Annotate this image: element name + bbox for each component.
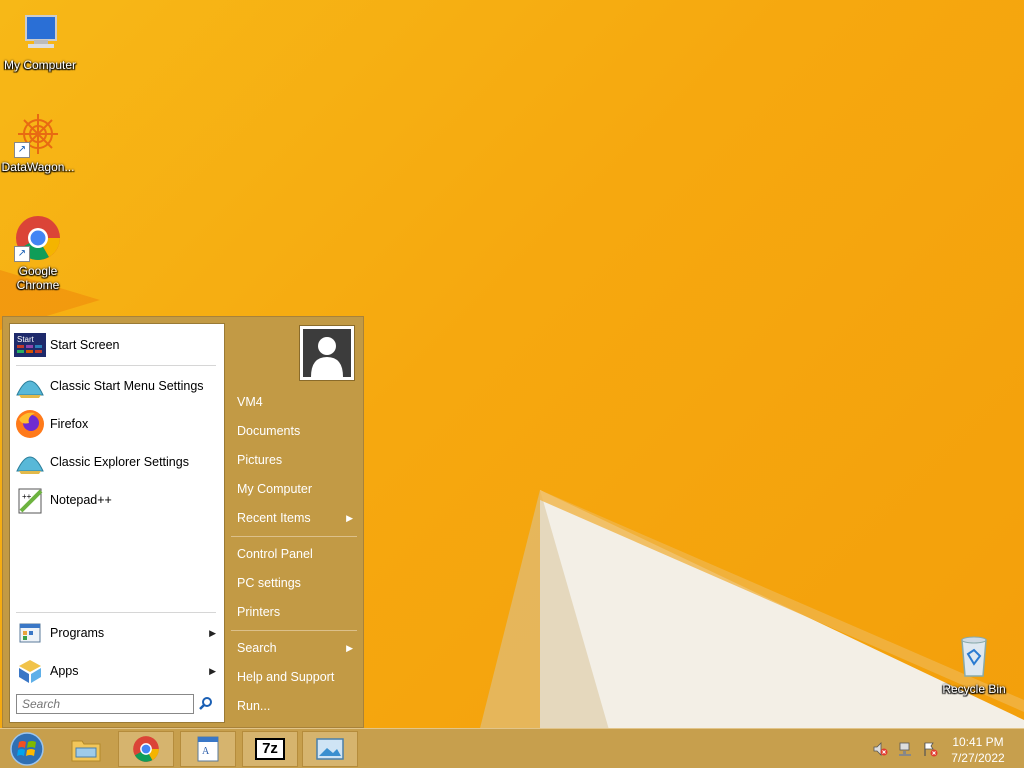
taskbar: A 7z 10:41 PM 7/27/2022	[0, 728, 1024, 768]
menu-item-label: Notepad++	[50, 493, 112, 507]
clock-time: 10:41 PM	[952, 735, 1004, 749]
start-screen-icon: Start	[14, 329, 46, 361]
taskbar-clock[interactable]: 10:41 PM 7/27/2022	[948, 734, 1008, 766]
right-item-run[interactable]: Run...	[231, 693, 357, 719]
start-menu-left-pane: Start Start Screen Classic Start Menu Se…	[9, 323, 225, 723]
submenu-arrow-icon: ▶	[346, 643, 353, 653]
shell-icon	[14, 446, 46, 478]
right-item-user[interactable]: VM4	[231, 389, 357, 415]
menu-item-classic-start-menu-settings[interactable]: Classic Start Menu Settings	[14, 369, 220, 403]
svg-text:++: ++	[22, 492, 32, 501]
desktop-icon-label: My Computer	[3, 58, 77, 72]
shell-icon	[14, 370, 46, 402]
action-center-flag-icon[interactable]	[922, 741, 938, 757]
separator	[16, 612, 216, 613]
menu-item-label: Start Screen	[50, 338, 120, 352]
menu-item-start-screen[interactable]: Start Start Screen	[14, 328, 220, 362]
right-item-documents[interactable]: Documents	[231, 418, 357, 444]
user-avatar[interactable]	[299, 325, 355, 381]
chrome-icon	[133, 736, 159, 762]
firefox-icon	[14, 408, 46, 440]
desktop-icon-datawagon[interactable]: ↗ DataWagon...	[0, 110, 78, 174]
separator	[231, 630, 357, 631]
shortcut-arrow-icon: ↗	[14, 246, 30, 262]
recycle-bin-icon	[950, 632, 998, 680]
programs-icon	[14, 617, 46, 649]
network-icon[interactable]	[898, 741, 914, 757]
start-button[interactable]	[2, 731, 52, 767]
file-explorer-icon	[71, 740, 101, 762]
datawagon-icon: ↗	[14, 110, 62, 158]
menu-item-label: Classic Explorer Settings	[50, 455, 189, 469]
apps-icon	[14, 655, 46, 687]
menu-item-programs[interactable]: Programs ▶	[14, 616, 220, 650]
user-silhouette-icon	[303, 329, 351, 377]
taskbar-picture-viewer[interactable]	[302, 731, 358, 767]
submenu-arrow-icon: ▶	[346, 513, 353, 523]
taskbar-7zip[interactable]: 7z	[242, 731, 298, 767]
menu-item-notepadpp[interactable]: ++ Notepad++	[14, 483, 220, 517]
menu-item-label: Programs	[50, 626, 105, 640]
menu-item-label: Firefox	[50, 417, 89, 431]
taskbar-chrome[interactable]	[118, 731, 174, 767]
right-item-printers[interactable]: Printers	[231, 599, 357, 625]
right-item-control-panel[interactable]: Control Panel	[231, 541, 357, 567]
notepadpp-icon: ++	[14, 484, 46, 516]
submenu-arrow-icon: ▶	[209, 627, 216, 638]
right-item-recent-items[interactable]: Recent Items ▶	[231, 505, 357, 531]
desktop-icon-label: Recycle Bin	[942, 682, 1006, 696]
computer-icon	[16, 8, 64, 56]
svg-text:A: A	[202, 746, 210, 757]
shortcut-arrow-icon: ↗	[14, 142, 30, 158]
right-item-my-computer[interactable]: My Computer	[231, 476, 357, 502]
separator	[231, 536, 357, 537]
taskbar-wordpad[interactable]: A	[180, 731, 236, 767]
start-menu: Start Start Screen Classic Start Menu Se…	[2, 316, 364, 728]
desktop-icon-google-chrome[interactable]: ↗ Google Chrome	[0, 214, 78, 292]
desktop-icon-my-computer[interactable]: My Computer	[0, 8, 80, 72]
menu-item-classic-explorer-settings[interactable]: Classic Explorer Settings	[14, 445, 220, 479]
desktop-icon-label: DataWagon...	[1, 160, 75, 174]
menu-item-label: Apps	[50, 664, 79, 678]
menu-item-label: Classic Start Menu Settings	[50, 379, 204, 393]
separator	[16, 365, 216, 366]
search-input[interactable]	[16, 694, 194, 714]
search-icon[interactable]	[198, 696, 214, 712]
right-item-pictures[interactable]: Pictures	[231, 447, 357, 473]
7zip-icon: 7z	[255, 738, 285, 760]
chrome-icon: ↗	[14, 214, 62, 262]
taskbar-file-explorer[interactable]	[58, 731, 114, 767]
start-orb-icon	[10, 732, 44, 766]
wordpad-icon: A	[197, 736, 219, 762]
picture-viewer-icon	[316, 738, 344, 760]
desktop-icon-recycle-bin[interactable]: Recycle Bin	[934, 632, 1014, 696]
right-item-search[interactable]: Search ▶	[231, 635, 357, 661]
menu-item-apps[interactable]: Apps ▶	[14, 654, 220, 688]
right-item-help-and-support[interactable]: Help and Support	[231, 664, 357, 690]
volume-muted-icon[interactable]	[872, 741, 888, 757]
desktop-icon-label: Google Chrome	[16, 264, 60, 292]
right-item-pc-settings[interactable]: PC settings	[231, 570, 357, 596]
submenu-arrow-icon: ▶	[209, 665, 216, 676]
svg-text:Start: Start	[17, 335, 35, 344]
clock-date: 7/27/2022	[951, 751, 1005, 765]
menu-item-firefox[interactable]: Firefox	[14, 407, 220, 441]
